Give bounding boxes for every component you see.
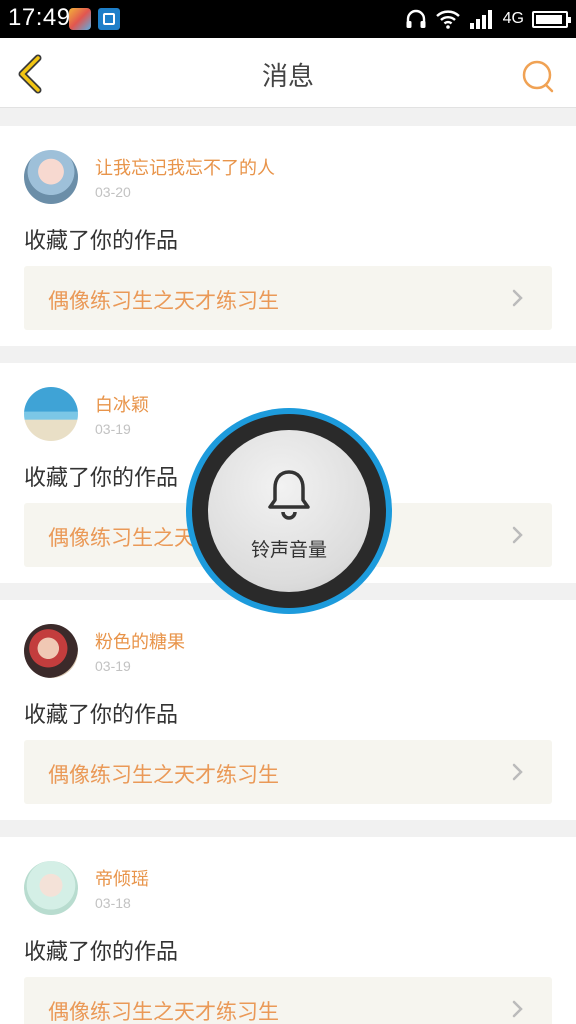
screenshot-app-icon (98, 8, 120, 30)
username[interactable]: 白冰颖 (95, 391, 149, 417)
username[interactable]: 帝倾瑶 (95, 865, 149, 891)
headphones-icon (406, 9, 426, 28)
avatar[interactable] (24, 150, 78, 204)
avatar[interactable] (24, 624, 78, 678)
work-title: 偶像练习生之天才练习生 (48, 289, 279, 313)
battery-icon (532, 10, 571, 28)
message-date: 03-19 (95, 658, 131, 674)
volume-overlay: 铃声音量 (186, 408, 392, 614)
work-link[interactable]: 偶像练习生之天才练习生 (24, 740, 552, 804)
avatar[interactable] (24, 861, 78, 915)
work-title: 偶像练习生之天才练习生 (48, 1000, 279, 1024)
chevron-right-icon (512, 526, 523, 544)
status-time: 17:49 (8, 4, 71, 31)
status-bar: 17:49 4G (0, 0, 576, 38)
wifi-icon (435, 10, 460, 29)
message-action: 收藏了你的作品 (24, 229, 179, 254)
work-link[interactable]: 偶像练习生之天才练习生 (24, 266, 552, 330)
message-action: 收藏了你的作品 (24, 466, 179, 491)
message-card: 帝倾瑶 03-18 收藏了你的作品 偶像练习生之天才练习生 (0, 837, 576, 1024)
volume-label: 铃声音量 (250, 539, 327, 561)
message-action: 收藏了你的作品 (24, 940, 179, 965)
chevron-right-icon (512, 289, 523, 307)
message-action: 收藏了你的作品 (24, 703, 179, 728)
bell-icon (268, 470, 310, 520)
top-bar: 消息 (0, 38, 576, 108)
search-icon[interactable] (520, 58, 556, 94)
chevron-right-icon (512, 1000, 523, 1018)
signal-icon (469, 10, 492, 29)
avatar[interactable] (24, 387, 78, 441)
message-date: 03-19 (95, 421, 131, 437)
page-title: 消息 (261, 62, 314, 92)
message-date: 03-18 (95, 895, 131, 911)
work-title: 偶像练习生之天才练习生 (48, 763, 279, 787)
username[interactable]: 粉色的糖果 (95, 628, 185, 654)
work-link[interactable]: 偶像练习生之天才练习生 (24, 977, 552, 1024)
chevron-right-icon (512, 763, 523, 781)
message-date: 03-20 (95, 184, 131, 200)
message-card: 粉色的糖果 03-19 收藏了你的作品 偶像练习生之天才练习生 (0, 600, 576, 820)
network-type: 4G (502, 10, 524, 27)
notification-app-icon (69, 8, 91, 30)
message-card: 让我忘记我忘不了的人 03-20 收藏了你的作品 偶像练习生之天才练习生 (0, 126, 576, 346)
username[interactable]: 让我忘记我忘不了的人 (95, 154, 275, 180)
status-icons: 4G (405, 7, 571, 31)
